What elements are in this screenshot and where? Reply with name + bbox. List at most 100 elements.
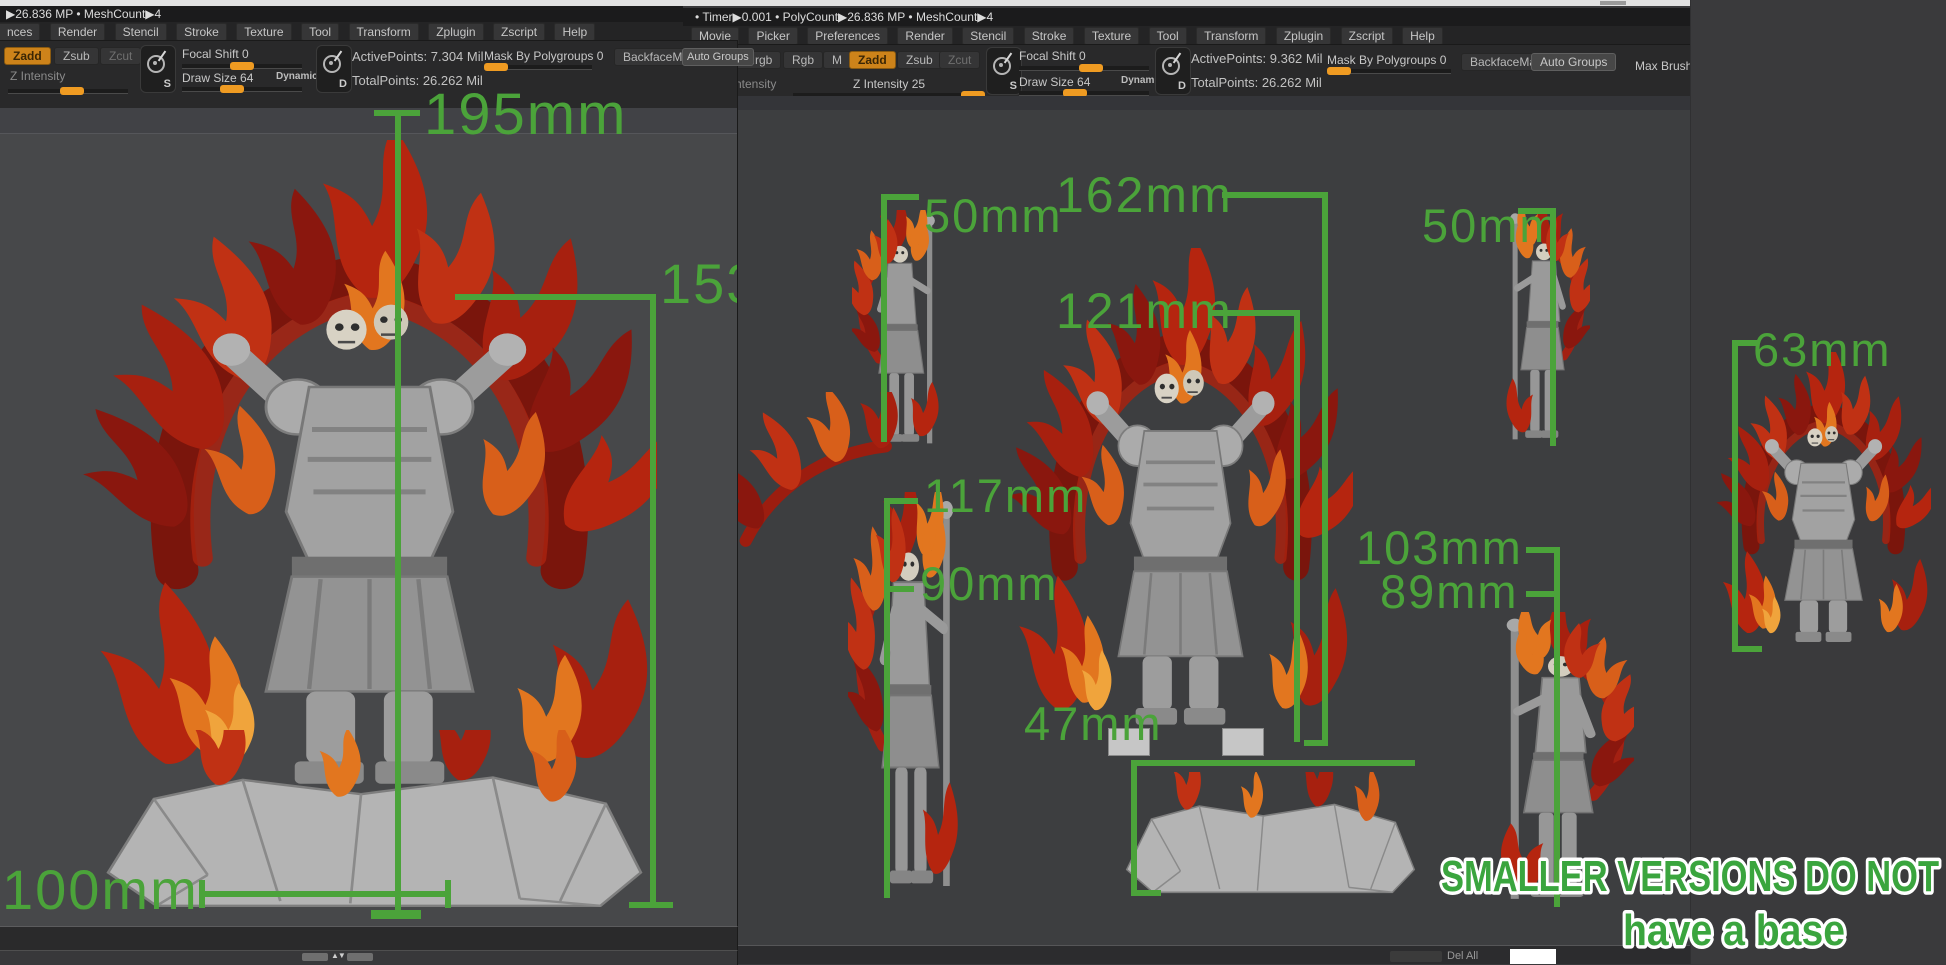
dim-label-103mm: 103mm (1356, 524, 1523, 571)
rock-base-center (1118, 772, 1423, 902)
dim-label-162mm: 162mm (1056, 170, 1233, 220)
draw-brush-icon[interactable]: D (1155, 47, 1191, 95)
draw-size-label: Draw Size 64 (182, 71, 253, 85)
caption: SMALLER VERSIONS DO NOT have a base (1434, 845, 1946, 963)
right-window-titlebar: • Timer▶0.001 • PolyCount▶26.836 MP • Me… (683, 8, 1690, 26)
dim-label-47mm: 47mm (1024, 700, 1163, 747)
dim-line-162-cap (1222, 192, 1328, 198)
dim-line-90-cap (884, 586, 914, 592)
menu-zplugin[interactable]: Zplugin (428, 23, 483, 41)
z-intensity-label: Z Intensity 25 (853, 77, 925, 91)
rgb-button[interactable]: Rgb (783, 51, 823, 69)
canvas-top-band (0, 108, 737, 133)
dim-line-47-vertical (1131, 760, 1137, 896)
dim-label-90mm: 90mm (920, 560, 1059, 607)
focal-shift-label: Focal Shift 0 (1019, 49, 1086, 63)
right-window-title: • Timer▶0.001 • PolyCount▶26.836 MP • Me… (695, 10, 993, 24)
menu-zscript[interactable]: Zscript (493, 23, 545, 41)
z-intensity-label: Z Intensity (10, 69, 65, 83)
canvas-top-shadow (737, 96, 1690, 110)
menu-stroke[interactable]: Stroke (176, 23, 227, 41)
dim-label-121mm: 121mm (1056, 286, 1233, 336)
right-strip-canvas[interactable]: 63mm (1690, 0, 1946, 964)
right-canvas[interactable]: 50mm 162mm 121mm 117mm 90mm 47mm 50mm 10… (737, 96, 1690, 946)
left-window-title: ▶26.836 MP • MeshCount▶4 (6, 7, 161, 21)
zadd-button[interactable]: Zadd (4, 47, 51, 65)
menu-preferences[interactable]: Preferences (807, 27, 888, 45)
total-points-stat: TotalPoints: 26.262 Mil (1191, 75, 1322, 90)
left-window-shelf: Zadd Zsub Zcut Z Intensity S Focal Shift… (0, 40, 738, 109)
pedestal-right (1222, 728, 1264, 756)
dim-line-63-cap-bottom (1732, 646, 1762, 652)
z-intensity-slider[interactable] (8, 89, 128, 94)
mask-by-polygroups-label: Mask By Polygroups 0 (484, 49, 603, 63)
menu-render[interactable]: Render (897, 27, 952, 45)
tray-scroll-handle-left[interactable] (302, 953, 328, 961)
statue-large (82, 140, 657, 795)
caption-line1: SMALLER VERSIONS DO NOT (1441, 852, 1939, 901)
max-brush-size-label: Max Brush Si (1635, 59, 1690, 73)
caption-line2: have a base (1623, 906, 1845, 955)
menu-render[interactable]: Render (50, 23, 105, 41)
tray-scroll-handle-right[interactable] (347, 953, 373, 961)
mask-by-polygroups-label: Mask By Polygroups 0 (1327, 53, 1446, 67)
menu-texture[interactable]: Texture (236, 23, 291, 41)
focal-shift-slider[interactable] (1019, 66, 1149, 71)
menu-picker[interactable]: Picker (748, 27, 797, 45)
left-window-menubar: nces Render Stencil Stroke Texture Tool … (0, 22, 683, 41)
mask-by-polygroups-slider[interactable] (484, 65, 592, 70)
menu-help[interactable]: Help (1402, 27, 1443, 45)
dim-line-50b-vertical (1550, 208, 1556, 446)
rock-base-large (92, 730, 657, 920)
dim-line-121-cap (1212, 310, 1300, 316)
right-window-shelf: Mrgb Rgb M Zadd Zsub Zcut ntensity Z Int… (683, 44, 1690, 97)
menu-stroke[interactable]: Stroke (1024, 27, 1075, 45)
auto-groups-button[interactable]: Auto Groups (1531, 53, 1616, 71)
canvas-horizon-line (0, 133, 737, 134)
menu-stencil[interactable]: Stencil (962, 27, 1014, 45)
dim-line-117-vertical (884, 498, 890, 898)
right-window-menubar: Movie Picker Preferences Render Stencil … (683, 26, 1690, 45)
zcut-button[interactable]: Zcut (100, 47, 141, 65)
menu-transform[interactable]: Transform (1196, 27, 1266, 45)
focal-shift-slider[interactable] (182, 64, 302, 69)
dim-label-117mm: 117mm (924, 472, 1087, 519)
menu-help[interactable]: Help (554, 23, 595, 41)
top-edge-widget (1600, 1, 1626, 5)
menu-texture[interactable]: Texture (1084, 27, 1139, 45)
draw-size-label: Draw Size 64 (1019, 75, 1090, 89)
draw-size-slider[interactable] (182, 87, 302, 92)
dim-label-63mm: 63mm (1753, 326, 1892, 373)
menu-tool[interactable]: Tool (1149, 27, 1187, 45)
draw-brush-icon[interactable]: D (316, 45, 352, 93)
mask-by-polygroups-slider[interactable] (1327, 69, 1451, 74)
zcut-button[interactable]: Zcut (939, 51, 980, 69)
dim-label-89mm: 89mm (1380, 568, 1519, 615)
menu-stencil[interactable]: Stencil (115, 23, 167, 41)
stroke-brush-icon[interactable]: S (140, 45, 176, 93)
focal-shift-label: Focal Shift 0 (182, 47, 249, 61)
zsub-button[interactable]: Zsub (897, 51, 942, 69)
menu-zplugin[interactable]: Zplugin (1276, 27, 1331, 45)
total-points-stat: TotalPoints: 26.262 Mil (352, 73, 483, 88)
auto-groups-button[interactable]: Auto Groups (682, 48, 754, 66)
menu-zscript[interactable]: Zscript (1341, 27, 1393, 45)
dynamic-label[interactable]: Dynamic (276, 71, 318, 82)
zadd-button[interactable]: Zadd (849, 51, 896, 69)
menu-preferences-partial[interactable]: nces (0, 23, 40, 41)
left-canvas[interactable] (0, 108, 738, 926)
m-button[interactable]: M (823, 51, 851, 69)
menu-tool[interactable]: Tool (301, 23, 339, 41)
zsub-button[interactable]: Zsub (54, 47, 99, 65)
tray-arrows[interactable]: ▲▼ (331, 951, 345, 960)
dim-line-47-cap-top (1131, 760, 1415, 766)
dim-line-162-cap-bottom (1304, 740, 1328, 746)
left-window-bottom-band (0, 927, 738, 950)
dim-label-50mm-top-left: 50mm (924, 192, 1063, 239)
statue-small-right-strip (1716, 352, 1931, 647)
z-intensity-partial-label: ntensity (735, 77, 776, 91)
dim-line-50a-vertical (881, 194, 887, 442)
stroke-brush-icon[interactable]: S (986, 47, 1022, 95)
dim-line-47-cap-bottom (1131, 890, 1161, 896)
menu-transform[interactable]: Transform (349, 23, 419, 41)
